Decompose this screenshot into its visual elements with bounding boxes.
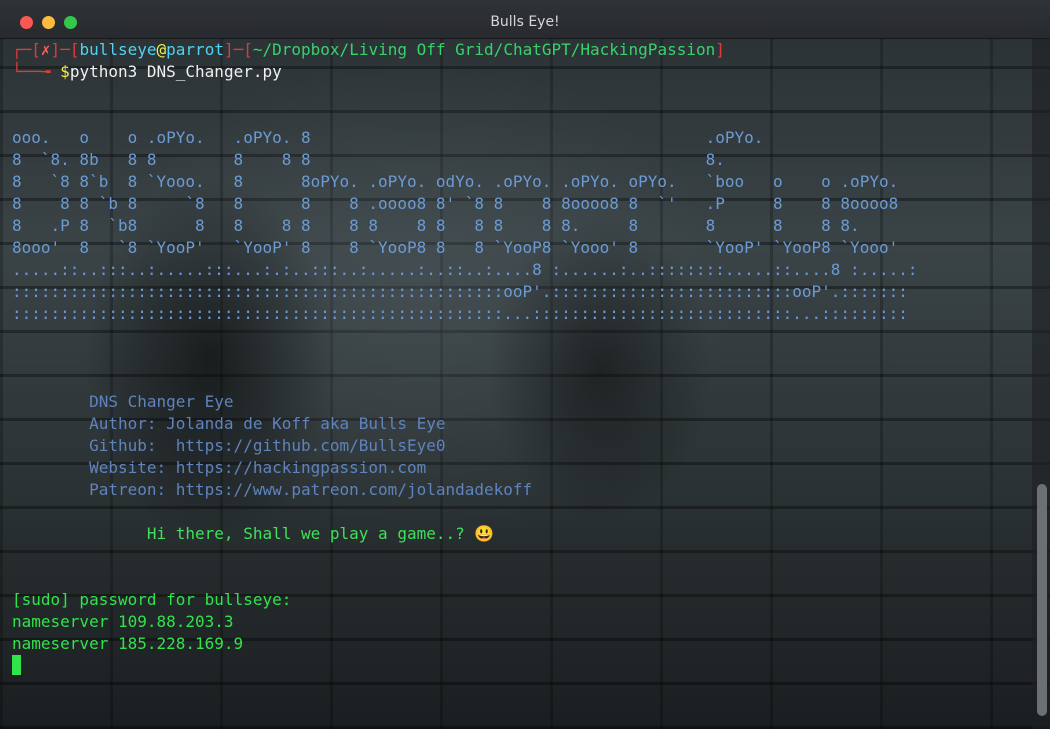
greeting-text: Hi there, Shall we play a game..? 😃	[146, 524, 495, 543]
banner-line: 8 `8 8`b 8 `Yooo. 8 8oPYo. .oPYo. odYo. …	[12, 172, 899, 191]
terminal-window: Bulls Eye! ┌─[✗]─[bullseye@parrot]─[~/Dr…	[0, 0, 1050, 729]
text-cursor[interactable]	[12, 655, 21, 675]
banner-line: .....::..:::..:.....:::...:.:..:::..:...…	[12, 260, 918, 279]
prompt-path: ~/Dropbox/Living Off Grid/ChatGPT/Hackin…	[252, 40, 716, 59]
tool-name: DNS Changer Eye	[89, 392, 234, 411]
prompt-at: @	[156, 40, 167, 59]
sudo-prompt: [sudo] password for bullseye:	[12, 590, 292, 609]
title-bar[interactable]: Bulls Eye!	[0, 0, 1050, 39]
scrollbar[interactable]	[1032, 39, 1050, 729]
banner-line: ::::::::::::::::::::::::::::::::::::::::…	[12, 304, 908, 323]
command-text: python3 DNS_Changer.py	[69, 62, 282, 81]
tool-patreon: Patreon: https://www.patreon.com/jolanda…	[89, 480, 533, 499]
tool-website: Website: https://hackingpassion.com	[89, 458, 427, 477]
prompt-dollar: $	[60, 62, 70, 81]
prompt-user: bullseye	[79, 40, 157, 59]
terminal-content: ┌─[✗]─[bullseye@parrot]─[~/Dropbox/Livin…	[12, 39, 917, 677]
banner-line: 8 `8. 8b 8 8 8 8 8 8.	[12, 150, 725, 169]
tool-github: Github: https://github.com/BullsEye0	[89, 436, 446, 455]
tool-author: Author: Jolanda de Koff aka Bulls Eye	[89, 414, 446, 433]
prompt-line: ┌─[✗]─[bullseye@parrot]─[~/Dropbox/Livin…	[12, 40, 725, 59]
scrollbar-thumb[interactable]	[1037, 484, 1047, 716]
terminal-area[interactable]: ┌─[✗]─[bullseye@parrot]─[~/Dropbox/Livin…	[0, 39, 1050, 729]
prompt-status: ✗	[40, 40, 51, 59]
banner-line: 8 8 8 `b 8 `8 8 8 8 .oooo8 8' `8 8 8 8oo…	[12, 194, 899, 213]
banner-line: 8ooo' 8 `8 `YooP' `YooP' 8 8 `YooP8 8 8 …	[12, 238, 899, 257]
banner-line: ooo. o o .oPYo. .oPYo. 8 .oPYo.	[12, 128, 764, 147]
command-line: └──╼ $python3 DNS_Changer.py	[12, 62, 282, 81]
window-title: Bulls Eye!	[490, 14, 560, 30]
banner-line: 8 .P 8 `b8 8 8 8 8 8 8 8 8 8 8 8 8. 8 8 …	[12, 216, 860, 235]
nameserver-line: nameserver 109.88.203.3	[12, 612, 234, 631]
nameserver-line: nameserver 185.228.169.9	[12, 634, 244, 653]
prompt-host: parrot	[166, 40, 224, 59]
banner-line: ::::::::::::::::::::::::::::::::::::::::…	[12, 282, 908, 301]
